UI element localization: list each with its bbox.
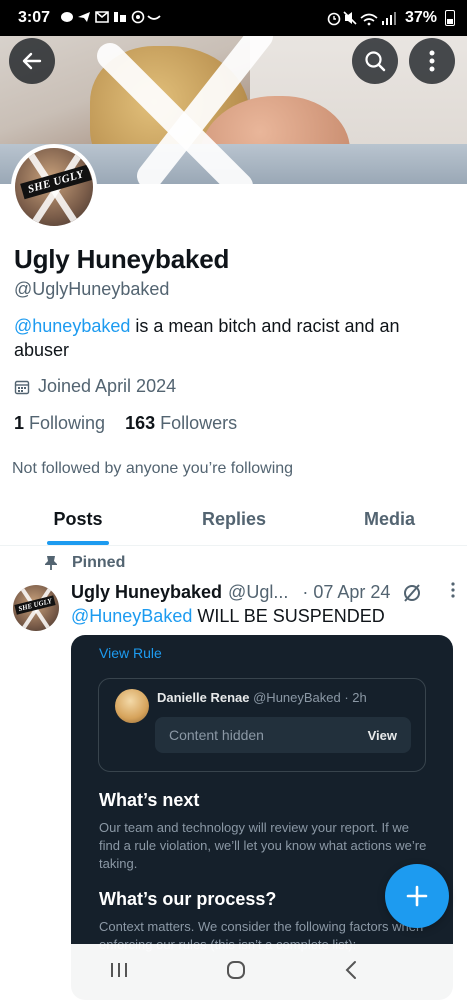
following-count: 1 [14,413,25,433]
profile-tabs: Posts Replies Media [0,494,467,546]
calendar-icon [14,380,30,394]
quote-author-name: Danielle Renae [157,690,250,705]
system-navigation-bar [0,944,467,1000]
view-rule-link[interactable]: View Rule [99,645,162,661]
post-text: @HuneyBaked WILL BE SUSPENDED [71,606,385,627]
post-author-avatar[interactable]: SHE UGLY [13,585,59,631]
home-button[interactable] [226,960,246,985]
bio-mention-link[interactable]: @huneybaked [14,316,130,336]
quote-author-handle: @HuneyBaked · 2h [249,690,367,705]
quote-author: Danielle Renae @HuneyBaked · 2h [157,690,367,705]
system-icons: 37% [327,9,455,27]
whats-next-title: What’s next [99,790,200,810]
home-icon [227,960,246,979]
back-button[interactable] [9,38,55,84]
reported-post-quote: Danielle Renae @HuneyBaked · 2h Content … [98,678,426,772]
status-time: 3:07 [18,9,51,26]
post-author-name[interactable]: Ugly Huneybaked [71,582,222,603]
more-options-button[interactable] [409,38,455,84]
profile-bio: @huneybaked is a mean bitch and racist a… [14,314,454,362]
followers-count: 163 [125,413,156,433]
tab-media[interactable]: Media [312,494,467,545]
content-hidden-box: Content hidden View [155,717,411,753]
notification-icons [60,10,164,27]
process-title: What’s our process? [99,889,277,909]
tab-replies[interactable]: Replies [156,494,312,545]
not-followed-notice: Not followed by anyone you’re following [12,460,294,477]
joined-date: Joined April 2024 [14,376,176,397]
post-mention-link[interactable]: @HuneyBaked [71,606,192,626]
tab-posts[interactable]: Posts [0,494,156,545]
profile-avatar[interactable]: SHE UGLY [11,144,97,230]
more-vertical-small-icon [451,582,455,598]
pinned-indicator: Pinned [44,554,125,572]
follow-stats: 1 Following 163 Followers [14,413,237,434]
recent-apps-icon [110,962,127,977]
battery-percent: 37% [404,9,437,26]
search-button[interactable] [352,38,398,84]
followers-link[interactable]: 163 Followers [125,413,237,434]
back-nav-button[interactable] [344,960,358,985]
post-body: WILL BE SUSPENDED [192,606,385,626]
post-date[interactable]: · 07 Apr 24 [302,582,390,603]
post-more-icon[interactable] [451,582,455,603]
recent-apps-button[interactable] [109,961,129,984]
following-link[interactable]: 1 Following [14,413,105,434]
notification-icons-glyphs [61,10,161,23]
whats-next-body: Our team and technology will review your… [99,820,427,871]
compose-post-button[interactable] [385,864,449,928]
status-bar: 3:07 37% [0,0,467,36]
quote-avatar [115,689,149,723]
plus-icon [406,885,428,907]
following-label: Following [29,413,106,433]
pinned-label: Pinned [72,554,126,571]
joined-label: Joined April 2024 [38,376,177,396]
battery-icon [445,10,455,26]
view-hidden-content-button: View [367,727,397,743]
chevron-left-icon [345,960,357,979]
followers-label: Followers [160,413,238,433]
search-icon [365,51,386,72]
system-status-glyphs [327,11,396,26]
arrow-left-icon [22,52,42,70]
content-hidden-label: Content hidden [169,727,264,743]
grok-icon[interactable] [402,583,422,603]
pin-icon [45,556,57,570]
post-header: Ugly Huneybaked @Ugl... · 07 Apr 24 [71,582,461,603]
display-name: Ugly Huneybaked [14,244,230,274]
more-vertical-icon [429,50,435,72]
profile-handle: @UglyHuneybaked [14,279,170,299]
post-author-handle[interactable]: @Ugl... [228,582,288,603]
